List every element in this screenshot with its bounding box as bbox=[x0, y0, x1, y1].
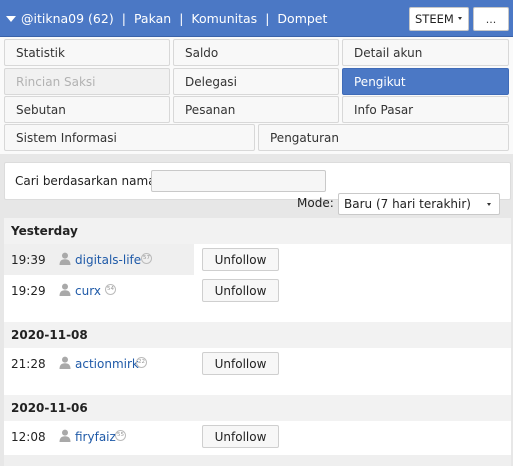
menu-info-pasar[interactable]: Info Pasar bbox=[342, 96, 509, 123]
search-label: Cari berdasarkan nama: bbox=[15, 174, 160, 188]
top-bar: @itikna09 (62) | Pakan | Komunitas | Dom… bbox=[0, 0, 513, 37]
list-item: 21:28 actionmirk 22 Unfollow bbox=[4, 348, 511, 379]
menu-pengikut[interactable]: Pengikut bbox=[342, 68, 509, 95]
username-link[interactable]: curx bbox=[75, 284, 101, 298]
user-icon bbox=[59, 252, 71, 265]
date-header: Yesterday bbox=[4, 218, 511, 244]
username-link[interactable]: actionmirk bbox=[75, 357, 139, 371]
unfollow-button[interactable]: Unfollow bbox=[202, 279, 279, 302]
account-link[interactable]: @itikna09 (62) bbox=[21, 11, 114, 26]
menu-sebutan[interactable]: Sebutan bbox=[4, 96, 170, 123]
username-link[interactable]: digitals-life bbox=[75, 253, 141, 267]
caret-down-icon bbox=[458, 17, 462, 20]
date-header: 2020-11-06 bbox=[4, 395, 511, 421]
account-nav: @itikna09 (62) | Pakan | Komunitas | Dom… bbox=[6, 0, 327, 36]
nav-link-komunitas[interactable]: Komunitas bbox=[191, 11, 257, 26]
follow-time: 19:29 bbox=[11, 284, 46, 298]
username-link[interactable]: firyfaiz bbox=[75, 430, 116, 444]
reputation-badge: 55 bbox=[115, 430, 126, 441]
date-header: 2020-11-08 bbox=[4, 322, 511, 348]
menu-detail-akun[interactable]: Detail akun bbox=[342, 39, 509, 66]
unfollow-button[interactable]: Unfollow bbox=[202, 248, 279, 271]
currency-select[interactable]: STEEM bbox=[409, 7, 469, 31]
unfollow-button[interactable]: Unfollow bbox=[202, 425, 279, 448]
currency-label: STEEM bbox=[415, 12, 454, 26]
list-item: 12:08 firyfaiz 55 Unfollow bbox=[4, 421, 511, 452]
reputation-badge: 22 bbox=[136, 357, 147, 368]
triangle-down-icon[interactable] bbox=[6, 15, 16, 22]
unfollow-button[interactable]: Unfollow bbox=[202, 352, 279, 375]
menu-grid: Statistik Saldo Detail akun Rincian Saks… bbox=[0, 37, 513, 154]
reputation-badge: 54 bbox=[105, 284, 116, 295]
list-footer bbox=[4, 455, 511, 466]
menu-statistik[interactable]: Statistik bbox=[4, 39, 170, 66]
menu-pengaturan[interactable]: Pengaturan bbox=[258, 124, 509, 151]
nav-link-dompet[interactable]: Dompet bbox=[277, 11, 327, 26]
menu-sistem-informasi[interactable]: Sistem Informasi bbox=[4, 124, 255, 151]
follow-time: 19:39 bbox=[11, 253, 46, 267]
mode-select[interactable]: Baru (7 hari terakhir) bbox=[338, 193, 500, 215]
caret-down-icon bbox=[487, 203, 491, 206]
date-label: Yesterday bbox=[11, 224, 78, 238]
menu-pesanan[interactable]: Pesanan bbox=[173, 96, 339, 123]
mode-selected: Baru (7 hari terakhir) bbox=[344, 197, 471, 211]
search-input[interactable] bbox=[151, 170, 326, 192]
mode-label: Mode: bbox=[297, 196, 334, 210]
date-label: 2020-11-06 bbox=[11, 401, 88, 415]
follow-time: 12:08 bbox=[11, 430, 46, 444]
follower-list: Yesterday 19:39 digitals-life 57 Unfollo… bbox=[4, 218, 511, 466]
user-icon bbox=[59, 283, 71, 296]
user-icon bbox=[59, 356, 71, 369]
more-button[interactable]: ... bbox=[473, 7, 509, 31]
nav-link-pakan[interactable]: Pakan bbox=[134, 11, 171, 26]
menu-rincian-saksi: Rincian Saksi bbox=[4, 68, 170, 95]
reputation-badge: 57 bbox=[141, 253, 152, 264]
user-icon bbox=[59, 429, 71, 442]
list-item: 19:39 digitals-life 57 Unfollow bbox=[4, 244, 511, 275]
menu-delegasi[interactable]: Delegasi bbox=[173, 68, 339, 95]
list-item: 19:29 curx 54 Unfollow bbox=[4, 275, 511, 306]
follow-time: 21:28 bbox=[11, 357, 46, 371]
date-label: 2020-11-08 bbox=[11, 328, 88, 342]
menu-saldo[interactable]: Saldo bbox=[173, 39, 339, 66]
